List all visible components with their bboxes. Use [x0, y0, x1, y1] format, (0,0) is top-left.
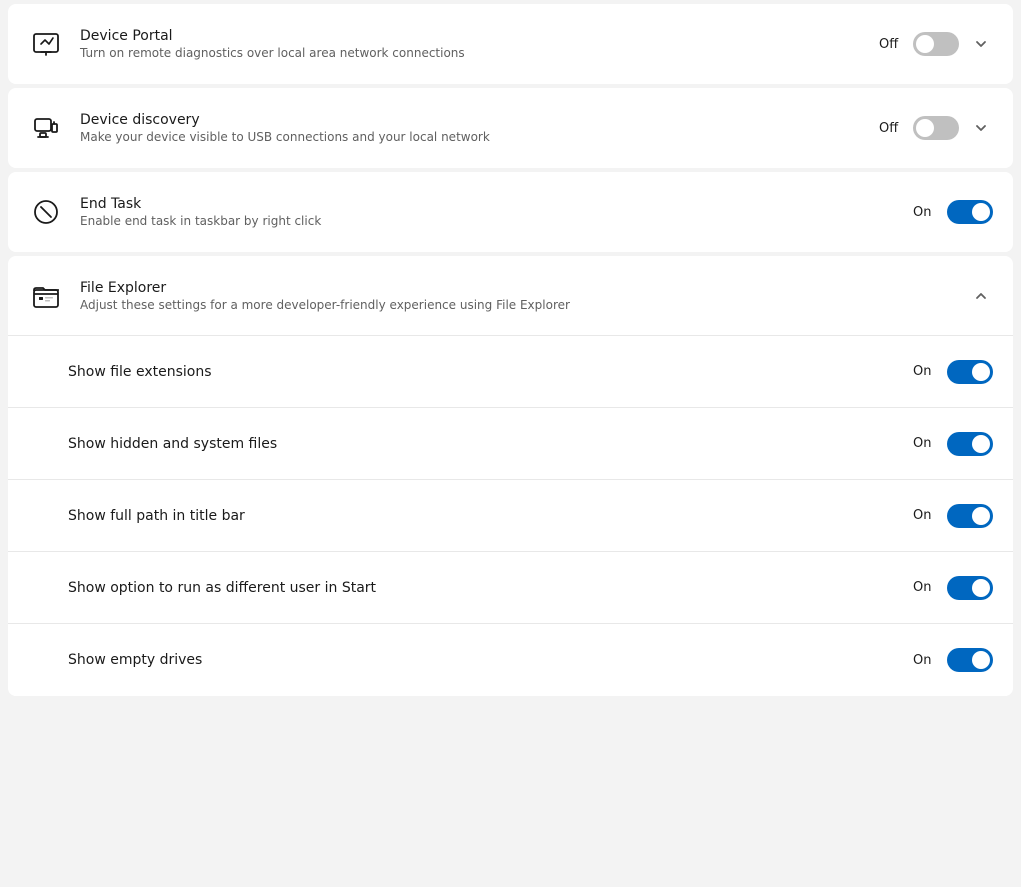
show-hidden-files-toggle[interactable]: [947, 432, 993, 456]
show-hidden-files-label: Show hidden and system files: [68, 436, 913, 452]
device-discovery-description: Make your device visible to USB connecti…: [80, 130, 879, 144]
device-portal-description: Turn on remote diagnostics over local ar…: [80, 46, 879, 60]
device-discovery-chevron[interactable]: [969, 116, 993, 140]
file-explorer-description: Adjust these settings for a more develop…: [80, 298, 969, 312]
device-discovery-slider: [913, 116, 959, 140]
end-task-slider: [947, 200, 993, 224]
end-task-card: End Task Enable end task in taskbar by r…: [8, 172, 1013, 252]
device-portal-row: Device Portal Turn on remote diagnostics…: [8, 4, 1013, 84]
show-file-extensions-state: On: [913, 364, 937, 379]
device-discovery-icon: [28, 110, 64, 146]
show-hidden-files-knob: [972, 435, 990, 453]
show-file-extensions-toggle[interactable]: [947, 360, 993, 384]
show-full-path-state: On: [913, 508, 937, 523]
device-discovery-row: Device discovery Make your device visibl…: [8, 88, 1013, 168]
show-full-path-knob: [972, 507, 990, 525]
device-portal-card: Device Portal Turn on remote diagnostics…: [8, 4, 1013, 84]
show-file-extensions-row: Show file extensions On: [8, 336, 1013, 408]
end-task-knob: [972, 203, 990, 221]
show-hidden-files-slider: [947, 432, 993, 456]
show-hidden-files-row: Show hidden and system files On: [8, 408, 1013, 480]
file-explorer-text: File Explorer Adjust these settings for …: [80, 280, 969, 312]
show-empty-drives-control: On: [913, 648, 993, 672]
device-portal-icon: [28, 26, 64, 62]
end-task-description: Enable end task in taskbar by right clic…: [80, 214, 913, 228]
device-discovery-toggle[interactable]: [913, 116, 959, 140]
device-discovery-knob: [916, 119, 934, 137]
show-empty-drives-toggle[interactable]: [947, 648, 993, 672]
file-explorer-control: [969, 284, 993, 308]
show-full-path-control: On: [913, 504, 993, 528]
file-explorer-title: File Explorer: [80, 280, 969, 296]
device-portal-chevron[interactable]: [969, 32, 993, 56]
device-discovery-text: Device discovery Make your device visibl…: [80, 112, 879, 144]
end-task-toggle[interactable]: [947, 200, 993, 224]
device-discovery-state-label: Off: [879, 121, 903, 136]
show-run-as-user-state: On: [913, 580, 937, 595]
device-discovery-title: Device discovery: [80, 112, 879, 128]
show-empty-drives-label: Show empty drives: [68, 652, 913, 668]
show-run-as-user-toggle[interactable]: [947, 576, 993, 600]
show-empty-drives-row: Show empty drives On: [8, 624, 1013, 696]
file-explorer-header-row: File Explorer Adjust these settings for …: [8, 256, 1013, 336]
file-explorer-card: File Explorer Adjust these settings for …: [8, 256, 1013, 696]
end-task-text: End Task Enable end task in taskbar by r…: [80, 196, 913, 228]
device-portal-knob: [916, 35, 934, 53]
show-run-as-user-knob: [972, 579, 990, 597]
show-file-extensions-control: On: [913, 360, 993, 384]
file-explorer-icon: [28, 278, 64, 314]
device-discovery-control: Off: [879, 116, 993, 140]
device-portal-text: Device Portal Turn on remote diagnostics…: [80, 28, 879, 60]
show-empty-drives-state: On: [913, 653, 937, 668]
show-run-as-user-row: Show option to run as different user in …: [8, 552, 1013, 624]
settings-container: Device Portal Turn on remote diagnostics…: [0, 4, 1021, 696]
show-hidden-files-control: On: [913, 432, 993, 456]
device-portal-control: Off: [879, 32, 993, 56]
end-task-state-label: On: [913, 205, 937, 220]
end-task-control: On: [913, 200, 993, 224]
device-portal-state-label: Off: [879, 37, 903, 52]
device-portal-slider: [913, 32, 959, 56]
end-task-row: End Task Enable end task in taskbar by r…: [8, 172, 1013, 252]
show-full-path-row: Show full path in title bar On: [8, 480, 1013, 552]
file-explorer-chevron[interactable]: [969, 284, 993, 308]
device-portal-toggle[interactable]: [913, 32, 959, 56]
show-file-extensions-label: Show file extensions: [68, 364, 913, 380]
device-discovery-card: Device discovery Make your device visibl…: [8, 88, 1013, 168]
end-task-icon: [28, 194, 64, 230]
show-full-path-label: Show full path in title bar: [68, 508, 913, 524]
device-portal-title: Device Portal: [80, 28, 879, 44]
end-task-title: End Task: [80, 196, 913, 212]
show-run-as-user-control: On: [913, 576, 993, 600]
show-full-path-slider: [947, 504, 993, 528]
show-run-as-user-label: Show option to run as different user in …: [68, 580, 913, 596]
show-hidden-files-state: On: [913, 436, 937, 451]
show-empty-drives-slider: [947, 648, 993, 672]
show-run-as-user-slider: [947, 576, 993, 600]
show-empty-drives-knob: [972, 651, 990, 669]
show-full-path-toggle[interactable]: [947, 504, 993, 528]
show-file-extensions-knob: [972, 363, 990, 381]
show-file-extensions-slider: [947, 360, 993, 384]
